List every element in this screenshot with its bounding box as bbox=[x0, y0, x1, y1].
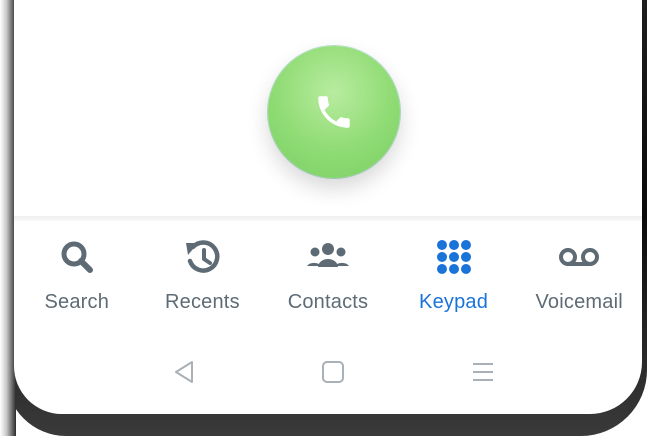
people-icon bbox=[306, 237, 350, 277]
tab-search[interactable]: Search bbox=[14, 221, 140, 331]
tab-label: Contacts bbox=[287, 291, 369, 313]
dialer-screen: Search Recents Contacts Keypad Voicemail bbox=[14, 0, 642, 414]
tab-label: Voicemail bbox=[535, 291, 623, 313]
search-icon bbox=[55, 237, 99, 277]
history-icon bbox=[180, 237, 224, 277]
tab-voicemail[interactable]: Voicemail bbox=[516, 221, 642, 331]
menu-lines-icon[interactable] bbox=[469, 358, 497, 386]
tab-recents[interactable]: Recents bbox=[140, 221, 266, 331]
voicemail-icon bbox=[557, 237, 601, 277]
back-triangle-icon[interactable] bbox=[170, 358, 198, 386]
tab-contacts[interactable]: Contacts bbox=[265, 221, 391, 331]
home-square-icon[interactable] bbox=[319, 358, 347, 386]
tab-label: Keypad bbox=[419, 291, 489, 313]
tab-keypad[interactable]: Keypad bbox=[391, 221, 517, 331]
call-button[interactable] bbox=[268, 46, 400, 178]
bottom-tab-bar: Search Recents Contacts Keypad Voicemail bbox=[14, 221, 642, 331]
phone-frame: Search Recents Contacts Keypad Voicemail bbox=[0, 0, 647, 436]
phone-icon bbox=[318, 96, 350, 128]
tab-label: Recents bbox=[165, 291, 240, 313]
tab-label: Search bbox=[44, 291, 110, 313]
keypad-icon bbox=[432, 237, 476, 277]
system-nav-bar bbox=[14, 350, 642, 394]
